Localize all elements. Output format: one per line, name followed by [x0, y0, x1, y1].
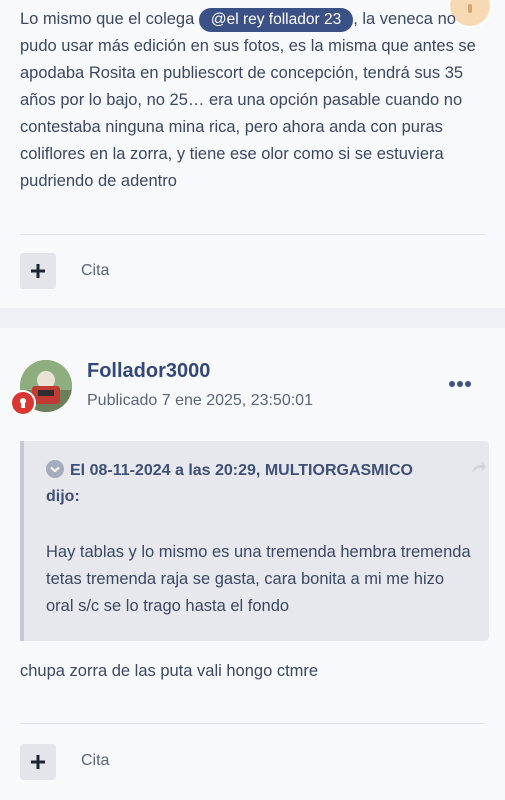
post-1-body: Lo mismo que el colega @el rey follador … — [20, 6, 490, 195]
post-1-text-after: , la veneca no pudo usar más edición en … — [20, 10, 476, 190]
quote-header-text: El 08-11-2024 a las 20:29, MULTIORGASMIC… — [46, 462, 413, 505]
post-date[interactable]: Publicado 7 ene 2025, 23:50:01 — [87, 392, 313, 410]
quote-button[interactable]: Cita — [81, 262, 109, 280]
post-1: Lo mismo que el colega @el rey follador … — [0, 0, 505, 308]
post-2-body: chupa zorra de las puta vali hongo ctmre — [20, 662, 319, 680]
post-options-button[interactable] — [449, 380, 471, 388]
add-reaction-button[interactable] — [20, 744, 56, 780]
rank-badge — [10, 390, 36, 416]
quote-header[interactable]: El 08-11-2024 a las 20:29, MULTIORGASMIC… — [46, 458, 450, 510]
award-icon — [20, 398, 26, 408]
plus-icon — [31, 755, 45, 769]
post-2: Follador3000 Publicado 7 ene 2025, 23:50… — [0, 328, 505, 800]
quote-button[interactable]: Cita — [81, 752, 109, 770]
plus-icon — [31, 264, 45, 278]
quoted-post: El 08-11-2024 a las 20:29, MULTIORGASMIC… — [20, 441, 489, 641]
user-mention[interactable]: @el rey follador 23 — [198, 8, 354, 32]
share-arrow-icon[interactable] — [471, 461, 487, 480]
divider — [20, 234, 485, 235]
post-author[interactable]: Follador3000 — [87, 360, 210, 383]
add-reaction-button[interactable] — [20, 253, 56, 289]
divider — [20, 723, 485, 724]
quote-body: Hay tablas y lo mismo es una tremenda he… — [46, 543, 471, 615]
ellipsis-icon — [449, 381, 455, 387]
chevron-down-circle-icon[interactable] — [46, 460, 64, 478]
post-1-text-before: Lo mismo que el colega — [20, 10, 199, 28]
